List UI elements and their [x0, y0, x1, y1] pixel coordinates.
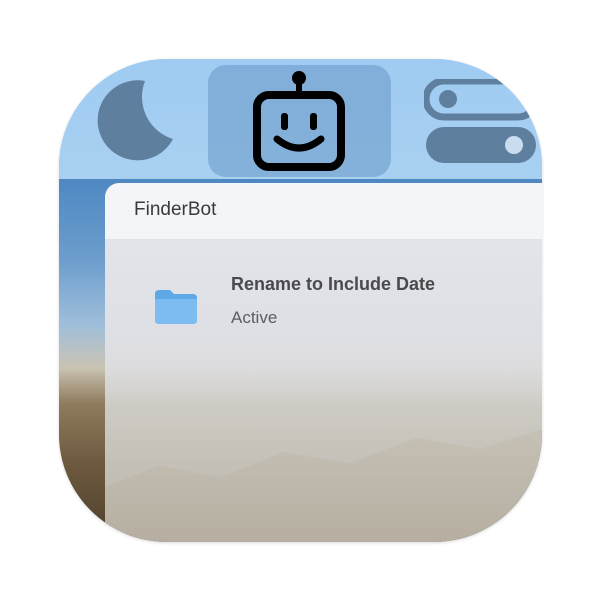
- robot-icon: [253, 71, 345, 171]
- app-icon: FinderBot Rename to Include Date Active: [59, 59, 542, 542]
- folder-icon: [155, 290, 197, 324]
- menu-item-finderbot[interactable]: [208, 65, 391, 177]
- mountain-ridge: [105, 426, 542, 542]
- panel-header: FinderBot: [105, 183, 542, 240]
- moon-icon[interactable]: [87, 73, 179, 165]
- rule-title: Rename to Include Date: [231, 274, 436, 294]
- rule-list-item[interactable]: Rename to Include Date Active: [105, 266, 542, 336]
- finderbot-panel: FinderBot Rename to Include Date Active: [105, 183, 542, 542]
- panel-title: FinderBot: [134, 199, 217, 220]
- menu-bar: [59, 59, 542, 179]
- rule-status: Active: [231, 308, 278, 327]
- panel-body: Rename to Include Date Active: [105, 240, 542, 542]
- toggle-switches-icon[interactable]: [424, 79, 542, 165]
